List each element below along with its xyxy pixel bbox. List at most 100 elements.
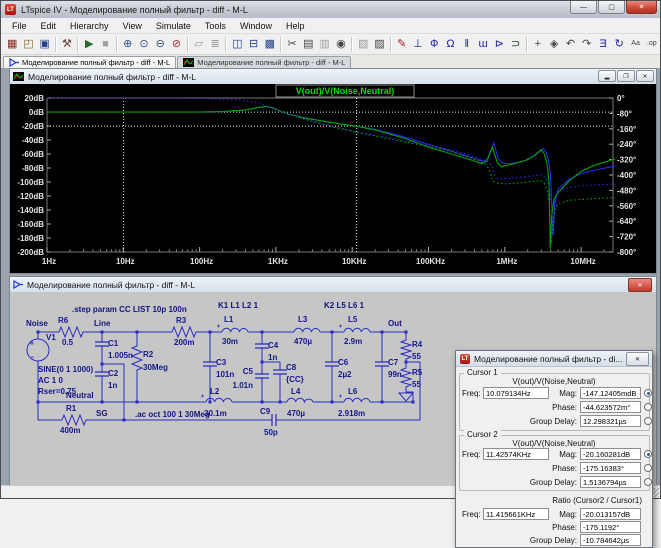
component-icon[interactable]: ⊃	[508, 36, 524, 52]
print-icon[interactable]: ▨	[371, 36, 387, 52]
move-icon[interactable]: +	[530, 36, 546, 52]
toolbar-separator	[390, 37, 392, 52]
r4-ref: R4	[412, 340, 423, 349]
mirror-icon[interactable]: Ǝ	[595, 36, 611, 52]
cursor1-phase-radio[interactable]	[644, 403, 652, 411]
plot-minimize-button[interactable]: ▂	[598, 70, 616, 82]
zoom-full-extents-icon[interactable]: ⊘	[168, 36, 184, 52]
cascade-icon[interactable]: ▩	[262, 36, 278, 52]
rotate-icon[interactable]: ↻	[611, 36, 627, 52]
resistor-icon[interactable]: Ω	[442, 36, 458, 52]
r1-ref: R1	[66, 404, 77, 413]
text-icon[interactable]: Aa	[627, 36, 643, 52]
menu-help[interactable]: Help	[279, 19, 312, 33]
cursor-dialog[interactable]: LT Моделирование полный фильтр - di... ✕…	[455, 350, 653, 548]
paste-icon[interactable]: ▥	[317, 36, 333, 52]
ratio-phase-value[interactable]: -175.1192°	[580, 521, 641, 533]
menu-view[interactable]: View	[116, 19, 149, 33]
c8-ref: C8	[286, 363, 297, 372]
minimize-button[interactable]: —	[570, 1, 597, 14]
zoom-back-icon[interactable]: ⊙	[136, 36, 152, 52]
menu-window[interactable]: Window	[233, 19, 279, 33]
title-bar[interactable]: LT LTspice IV - Моделирование полный фил…	[1, 1, 660, 18]
tile-vertical-icon[interactable]: ◫	[229, 36, 245, 52]
inductor-icon[interactable]: ɯ	[475, 36, 491, 52]
schematic-close-button[interactable]: ✕	[628, 278, 652, 292]
c5-ref: C5	[243, 367, 254, 376]
waveform-window-titlebar[interactable]: Моделирование полный фильтр - diff - M-L…	[10, 69, 656, 85]
toolbar: ▦◰▣ ⚒ ▶■ ⊕⊙⊖⊘ ▱≣ ◫⊟▩ ✂▤▥◉ ▧▨ ✎⊥ФΩ‖ɯ⊳⊃ +◈↶↷Ǝ↻Aa.op	[1, 34, 660, 55]
ratio-mag-value[interactable]: -20.013157dB	[580, 508, 641, 520]
cut-icon[interactable]: ✂	[284, 36, 300, 52]
capacitor-icon[interactable]: ‖	[459, 36, 475, 52]
find-icon[interactable]: ◉	[333, 36, 349, 52]
cursor1-mag-radio[interactable]	[644, 389, 652, 397]
print-preview-icon[interactable]: ▧	[355, 36, 371, 52]
run-icon[interactable]: ▶	[81, 36, 97, 52]
y-right-tick: -720°	[617, 233, 636, 242]
cursor1-gd-value[interactable]: 12.298321µs	[580, 415, 641, 427]
menu-simulate[interactable]: Simulate	[149, 19, 198, 33]
x-tick: 10KHz	[342, 257, 366, 266]
plot-settings-icon[interactable]: ▱	[191, 36, 207, 52]
wire-icon[interactable]: ✎	[394, 36, 410, 52]
ac-directive: .ac oct 100 1 30Meg	[135, 410, 210, 419]
undo-icon[interactable]: ↶	[562, 36, 578, 52]
cursor2-gd-radio[interactable]	[644, 478, 652, 486]
menu-edit[interactable]: Edit	[34, 19, 64, 33]
cursor2-mag-radio[interactable]	[644, 450, 652, 458]
toolbar-separator	[280, 37, 282, 52]
menu-tools[interactable]: Tools	[198, 19, 233, 33]
cursor-dialog-title: Моделирование полный фильтр - di...	[474, 354, 622, 364]
trace-solid-00a400[interactable]	[47, 106, 615, 248]
drag-icon[interactable]: ◈	[546, 36, 562, 52]
plot-close-button[interactable]: ✕	[636, 70, 654, 82]
cursor2-phase-radio[interactable]	[644, 464, 652, 472]
menu-file[interactable]: File	[5, 19, 34, 33]
trace-solid-2a2af0[interactable]	[47, 106, 615, 234]
zoom-out-icon[interactable]: ⊖	[152, 36, 168, 52]
trace-dotted-2a2af0[interactable]	[47, 98, 615, 236]
redo-icon[interactable]: ↷	[579, 36, 595, 52]
new-schematic-icon[interactable]: ▦	[4, 36, 20, 52]
cursor1-gd-radio[interactable]	[644, 417, 652, 425]
copy-icon[interactable]: ▤	[300, 36, 316, 52]
menu-hierarchy[interactable]: Hierarchy	[63, 19, 116, 33]
zoom-in-icon[interactable]: ⊕	[120, 36, 136, 52]
freq-label: Freq:	[462, 510, 481, 519]
open-icon[interactable]: ◰	[20, 36, 36, 52]
waveform-window-title: Моделирование полный фильтр - diff - M-L	[28, 72, 196, 82]
close-button[interactable]: ✕	[626, 1, 657, 14]
y-right-tick: -640°	[617, 217, 636, 226]
schematic-window-titlebar[interactable]: Моделирование полный фильтр - diff - M-L…	[10, 277, 656, 293]
c3-ref: C3	[216, 358, 227, 367]
y-left-tick: -100dB	[17, 178, 44, 187]
cursor2-gd-value[interactable]: 1.5136794µs	[580, 476, 641, 488]
cursor-dialog-titlebar[interactable]: LT Моделирование полный фильтр - di... ✕	[456, 351, 652, 367]
tile-horizontal-icon[interactable]: ⊟	[245, 36, 261, 52]
save-icon[interactable]: ▣	[37, 36, 53, 52]
spice-directive-icon[interactable]: .op	[644, 36, 660, 52]
tab-waveform[interactable]: Моделирование полный фильтр - diff - M-L	[177, 56, 351, 68]
net-label-icon[interactable]: Ф	[426, 36, 442, 52]
l5-val: 2.9m	[344, 337, 362, 346]
plot-restore-button[interactable]: ❐	[617, 70, 635, 82]
cursor2-mag-value[interactable]: -20.160281dB	[580, 448, 641, 460]
trace-label[interactable]: V(out)/V(Noise,Neutral)	[296, 86, 395, 96]
ratio-gd-value[interactable]: -10.784642µs	[580, 534, 641, 546]
control-panel-icon[interactable]: ⚒	[59, 36, 75, 52]
y-right-tick: -240°	[617, 140, 636, 149]
halt-icon[interactable]: ■	[97, 36, 113, 52]
spice-netlist-icon[interactable]: ≣	[207, 36, 223, 52]
cursor1-phase-value[interactable]: -44.623572m°	[580, 401, 641, 413]
cursor2-phase-value[interactable]: -175.16383°	[580, 462, 641, 474]
maximize-button[interactable]: ▢	[598, 1, 625, 14]
ground-icon[interactable]: ⊥	[410, 36, 426, 52]
plot-canvas[interactable]: 20dB0dB-20dB-40dB-60dB-80dB-100dB-120dB-…	[10, 84, 656, 273]
y-left-tick: -60dB	[22, 150, 44, 159]
cursor1-mag-value[interactable]: -147.12405mdB	[580, 387, 641, 399]
diode-icon[interactable]: ⊳	[491, 36, 507, 52]
y-right-tick: -480°	[617, 186, 636, 195]
tab-schematic[interactable]: Моделирование полный фильтр - diff - M-L	[3, 56, 176, 68]
cursor-dialog-close-button[interactable]: ✕	[626, 352, 649, 366]
